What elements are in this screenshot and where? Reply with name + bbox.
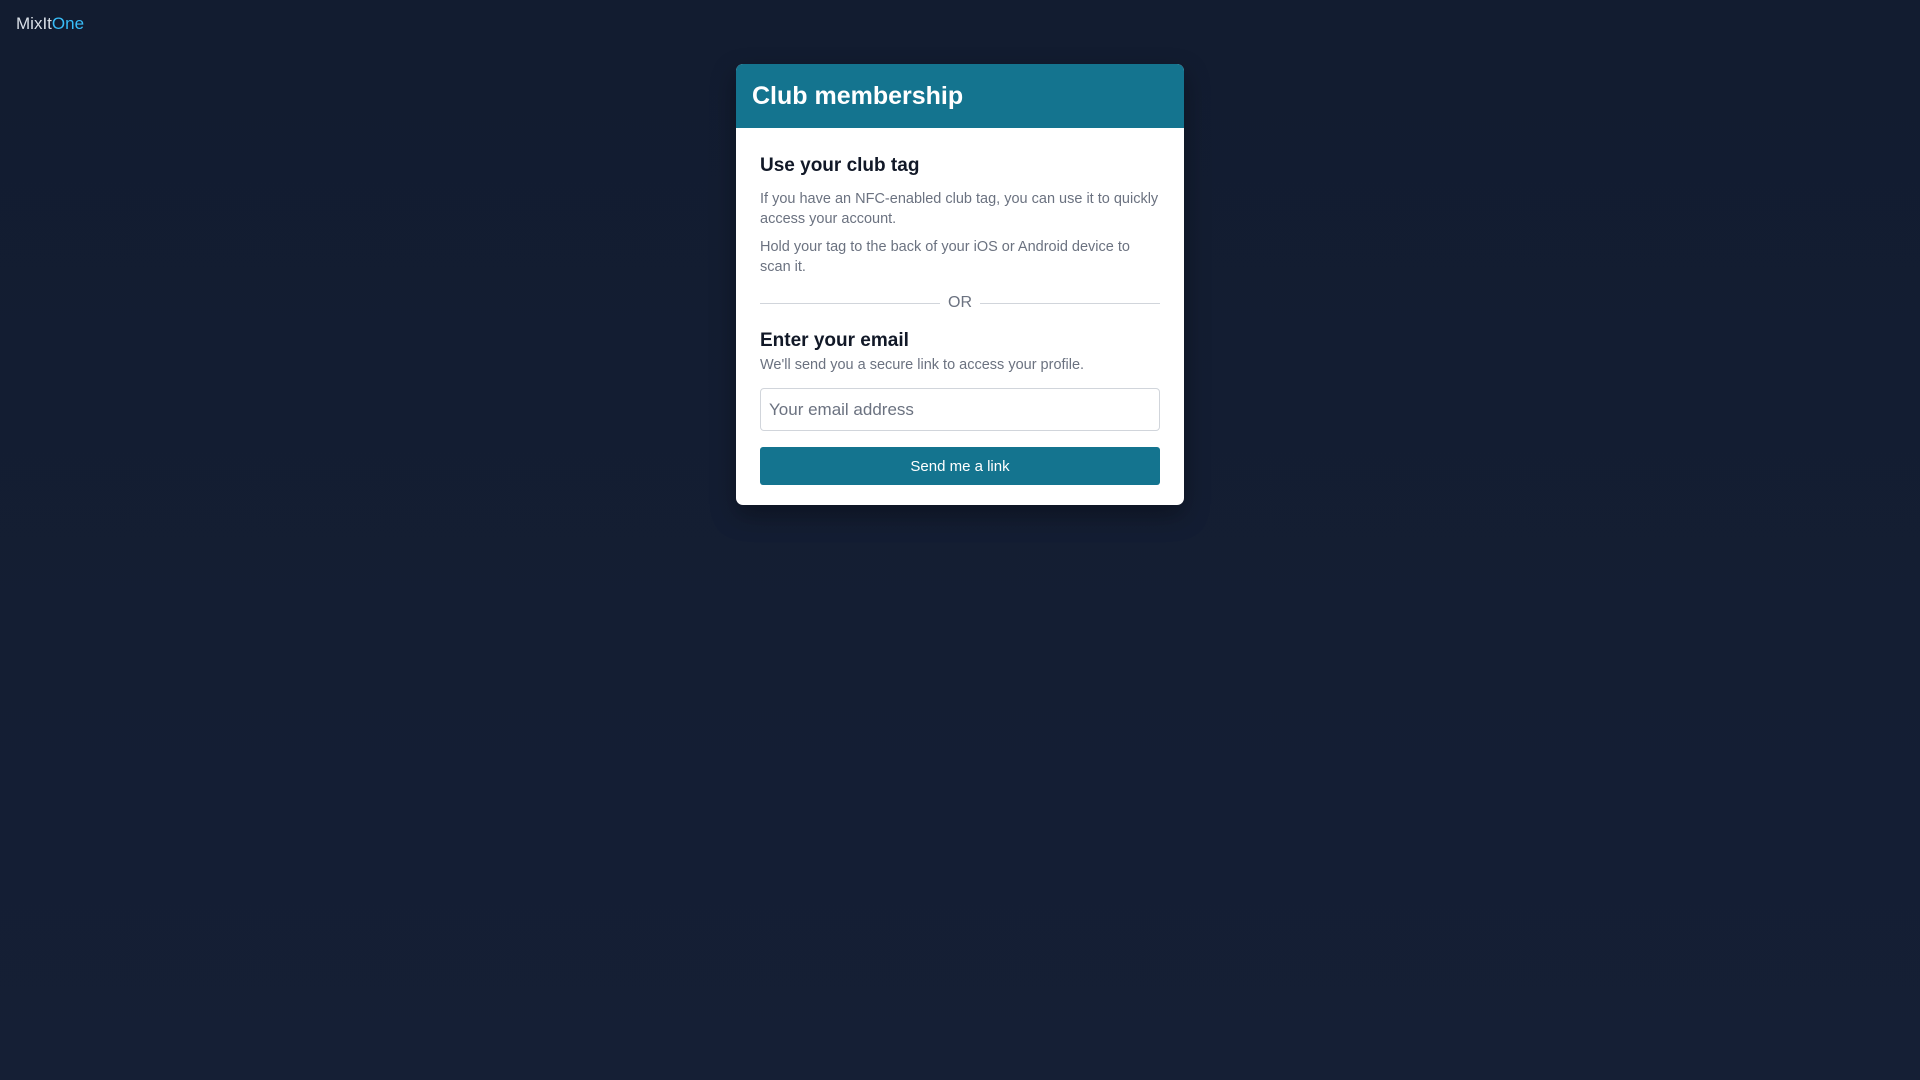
brand-logo: MixItOne [16, 14, 84, 34]
card-header: Club membership [736, 64, 1184, 128]
email-subtext: We'll send you a secure link to access y… [760, 357, 1085, 373]
brand-name-part1: MixIt [16, 14, 52, 33]
membership-card: Club membership Use your club tag If you… [736, 64, 1184, 505]
club-tag-instruction: Hold your tag to the back of your iOS or… [760, 239, 1130, 275]
or-divider: OR [760, 291, 1160, 315]
divider-line-left [760, 302, 940, 304]
card-title: Club membership [752, 82, 964, 110]
send-link-button[interactable]: Send me a link [760, 447, 1160, 485]
email-input[interactable] [760, 388, 1160, 431]
club-tag-heading: Use your club tag [760, 155, 920, 176]
email-heading: Enter your email [760, 330, 909, 351]
brand-name-part2: One [51, 14, 85, 33]
card-body: Use your club tag If you have an NFC-ena… [736, 128, 1184, 505]
divider-line-right [980, 302, 1160, 304]
or-label: OR [948, 294, 972, 311]
club-tag-description: If you have an NFC-enabled club tag, you… [760, 191, 1159, 227]
